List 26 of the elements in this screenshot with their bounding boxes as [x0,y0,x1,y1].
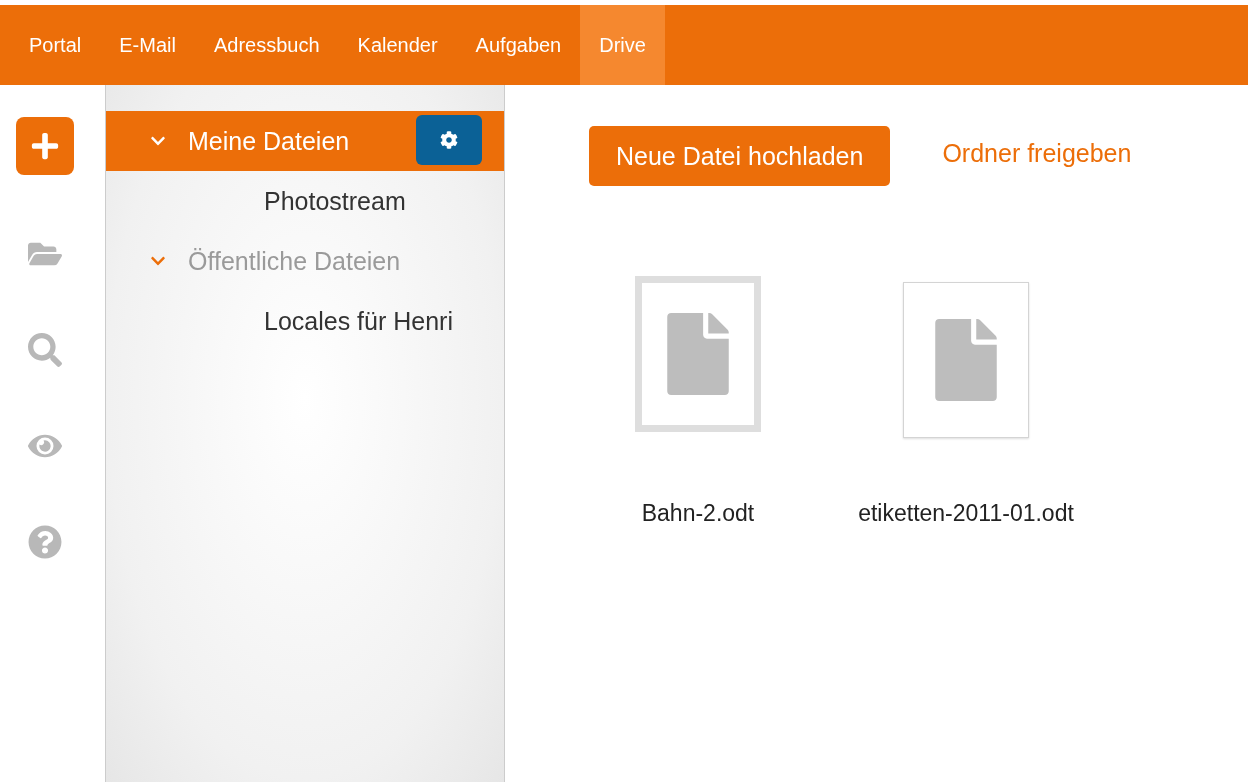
tree-item-label: Öffentliche Dateien [188,246,401,276]
tree-item[interactable]: Meine Dateien [106,111,504,171]
nav-tab[interactable]: Aufgaben [456,5,581,85]
upload-button[interactable]: Neue Datei hochladen [589,126,891,186]
nav-tab[interactable]: Kalender [338,5,457,85]
tree-item[interactable]: Öffentliche Dateien [106,231,504,291]
file-name[interactable]: etiketten-2011-01.odt [858,500,1074,527]
tree-item-label: Meine Dateien [188,126,350,156]
tree-item[interactable]: Photostream [106,171,504,231]
file-thumbnail[interactable] [635,276,761,432]
tree-item-label: Photostream [264,186,406,216]
nav-tab[interactable]: Portal [10,5,101,85]
file-thumbnail[interactable] [903,282,1029,438]
share-folder-link[interactable]: Ordner freigeben [942,139,1132,168]
nav-tab[interactable]: E-Mail [100,5,195,85]
help-icon[interactable] [27,525,62,559]
settings-button[interactable] [416,115,482,165]
search-icon[interactable] [27,333,62,367]
file-name[interactable]: Bahn-2.odt [641,500,755,527]
add-button[interactable] [15,117,74,175]
tree-item-label: Locales für Henri [264,306,453,336]
nav-tab[interactable]: Adressbuch [194,5,339,85]
tree-item[interactable]: Locales für Henri [106,291,504,351]
plus-icon [29,131,60,161]
nav-tab[interactable]: Drive [580,5,665,85]
gear-icon [440,131,458,149]
